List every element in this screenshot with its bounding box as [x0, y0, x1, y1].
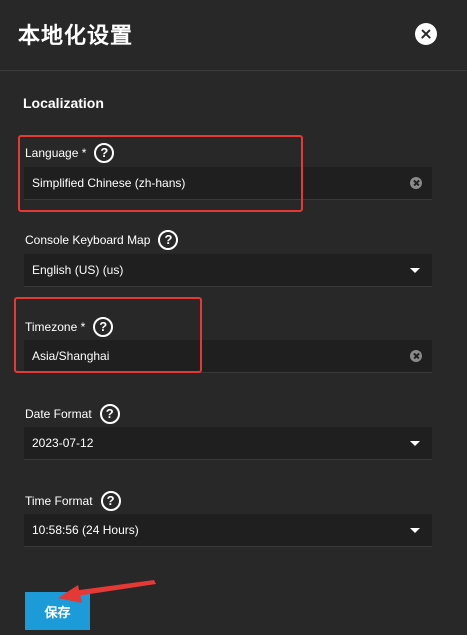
arrow-annotation	[58, 580, 156, 603]
arrow-shaft	[70, 580, 156, 597]
arrow-head	[58, 585, 82, 603]
